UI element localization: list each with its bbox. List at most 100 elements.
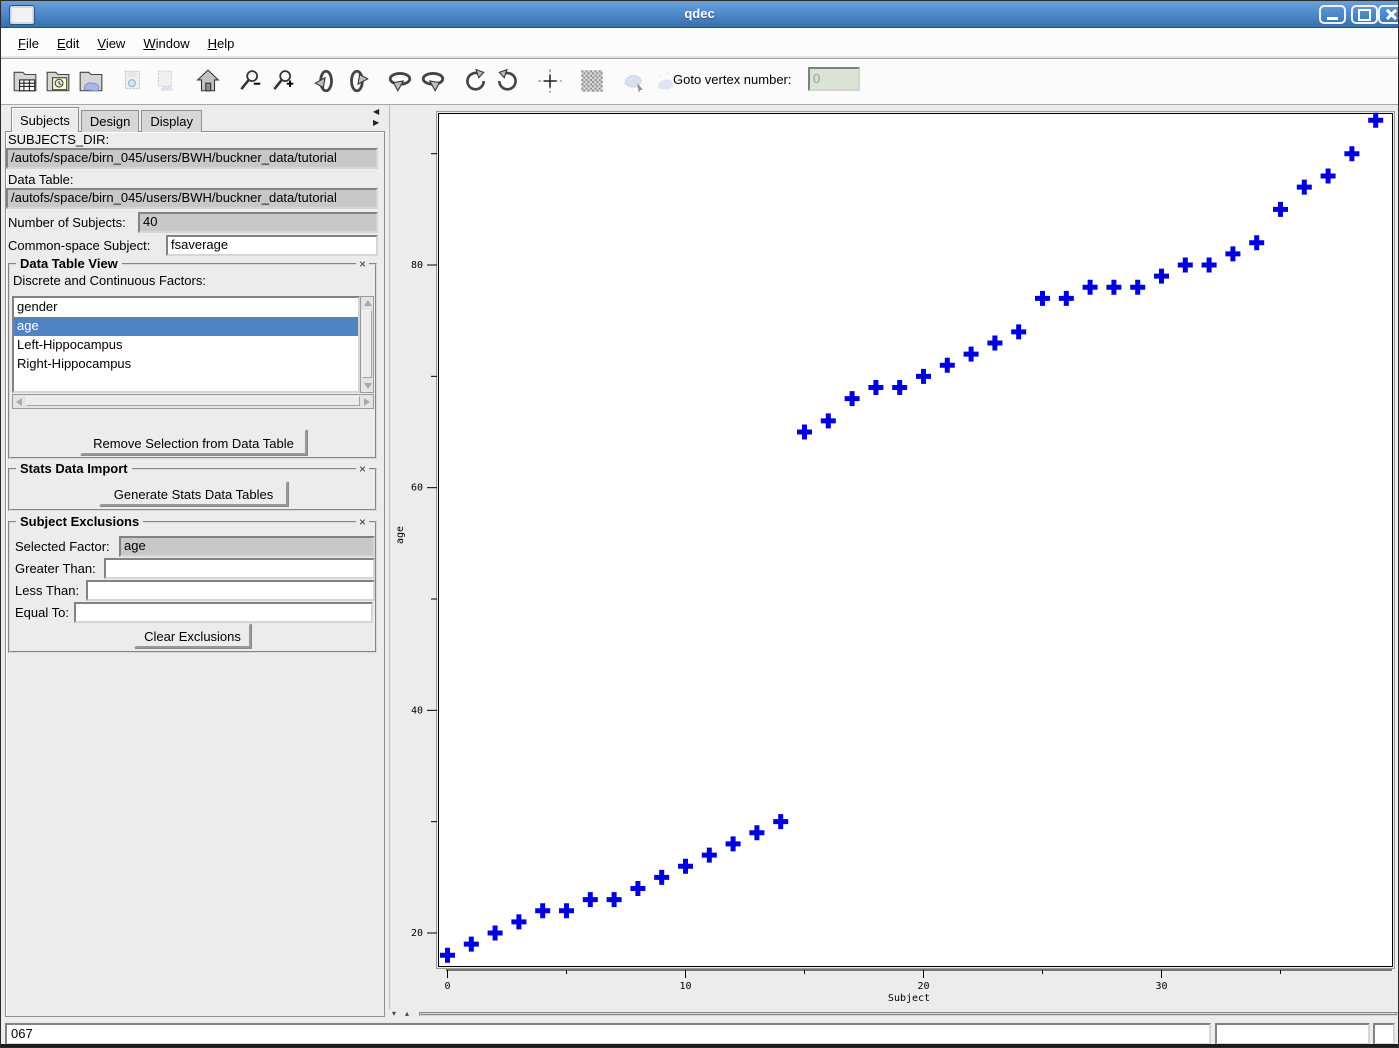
rotate-ccw-icon[interactable]: [461, 66, 489, 96]
generate-stats-button[interactable]: Generate Stats Data Tables: [99, 481, 288, 506]
factor-gender[interactable]: gender: [14, 298, 358, 317]
open-project-icon[interactable]: [44, 66, 72, 96]
tab-subjects[interactable]: Subjects: [11, 107, 79, 132]
open-label-icon[interactable]: [77, 66, 105, 96]
stats-data-import-close-icon[interactable]: ×: [356, 462, 369, 476]
subjects-dir-field[interactable]: /autofs/space/birn_045/users/BWH/buckner…: [6, 148, 378, 169]
rotate-down-icon[interactable]: [344, 66, 372, 96]
tab-design[interactable]: Design: [81, 110, 139, 132]
tab-scroll-left-icon[interactable]: ◀: [373, 108, 379, 116]
selected-factor-field[interactable]: age: [119, 536, 375, 557]
scatter-plot[interactable]: 20 40 60 80 0 10 20 30 Subject age: [389, 105, 1399, 1009]
subject-exclusions-close-icon[interactable]: ×: [356, 515, 369, 529]
factors-label: Discrete and Continuous Factors:: [13, 273, 206, 288]
close-icon: [1386, 9, 1397, 20]
subject-exclusions-title: Subject Exclusions: [16, 514, 143, 529]
rotate-right-icon[interactable]: [419, 66, 447, 96]
plot-scroll-strip: ▾ ▴: [389, 1009, 1399, 1019]
scroll-right-icon[interactable]: [364, 398, 370, 406]
scroll-down-icon[interactable]: [364, 383, 372, 389]
common-space-field[interactable]: fsaverage: [166, 235, 378, 256]
data-table-field[interactable]: /autofs/space/birn_045/users/BWH/buckner…: [6, 188, 378, 209]
minimize-icon: [1327, 17, 1338, 20]
maximize-icon: [1358, 9, 1371, 21]
factor-right-hippocampus[interactable]: Right-Hippocampus: [14, 355, 358, 374]
status-grip[interactable]: [1373, 1023, 1395, 1045]
svg-text:10: 10: [679, 981, 691, 992]
hscroll-thumb[interactable]: [26, 396, 360, 406]
menu-view[interactable]: View: [88, 34, 134, 53]
less-than-field[interactable]: [86, 580, 375, 601]
svg-text:Subject: Subject: [888, 993, 930, 1004]
minimize-button[interactable]: [1319, 5, 1346, 24]
stats-data-import-group: Stats Data Import × Generate Stats Data …: [8, 468, 377, 511]
close-button[interactable]: [1378, 5, 1399, 24]
scatter-plot-svg: 20 40 60 80 0 10 20 30 Subject age: [390, 105, 1399, 1009]
zoom-out-icon[interactable]: [236, 66, 264, 96]
save-screenshot-icon: [119, 66, 147, 96]
stats-data-import-title: Stats Data Import: [16, 461, 132, 476]
rotate-cw-icon[interactable]: [494, 66, 522, 96]
brain-select-icon: [620, 66, 648, 96]
surface-texture-icon[interactable]: [578, 66, 606, 96]
open-data-table-icon[interactable]: [11, 66, 39, 96]
greater-than-field[interactable]: [104, 558, 375, 579]
menu-file[interactable]: File: [9, 34, 48, 53]
strip-collapse-icon[interactable]: ▾: [392, 1010, 396, 1018]
vscroll-thumb[interactable]: [362, 310, 372, 378]
strip-expand-icon[interactable]: ▴: [405, 1010, 409, 1018]
sidebar-tabs: SubjectsDesignDisplay: [11, 107, 204, 132]
subject-exclusions-group: Subject Exclusions × Selected Factor: ag…: [8, 521, 377, 653]
goto-vertex-input[interactable]: 0: [808, 67, 860, 91]
tab-scroll-right-icon[interactable]: ▶: [373, 119, 379, 127]
menu-window[interactable]: Window: [134, 34, 198, 53]
data-table-view-group: Data Table View × Discrete and Continuou…: [8, 263, 377, 459]
factors-vscrollbar[interactable]: [360, 296, 374, 393]
svg-text:60: 60: [411, 483, 423, 494]
tab-display[interactable]: Display: [141, 110, 202, 132]
save-label-icon: [152, 66, 180, 96]
toolbar-icons: [11, 64, 686, 98]
menu-edit[interactable]: Edit: [48, 34, 88, 53]
scroll-left-icon[interactable]: [16, 398, 22, 406]
scroll-up-icon[interactable]: [364, 300, 372, 306]
clear-exclusions-button[interactable]: Clear Exclusions: [134, 623, 251, 648]
toolbar: Goto vertex number: 0: [1, 59, 1398, 105]
plot-hscrollbar[interactable]: [419, 1012, 1398, 1016]
home-icon[interactable]: [194, 66, 222, 96]
factor-age[interactable]: age: [14, 317, 358, 336]
rotate-left-icon[interactable]: [386, 66, 414, 96]
window-title: qdec: [1, 6, 1398, 21]
factor-left-hippocampus[interactable]: Left-Hippocampus: [14, 336, 358, 355]
svg-text:20: 20: [411, 928, 423, 939]
svg-text:30: 30: [1155, 981, 1167, 992]
svg-text:20: 20: [917, 981, 929, 992]
selected-factor-label: Selected Factor:: [15, 539, 110, 554]
remove-selection-button[interactable]: Remove Selection from Data Table: [80, 429, 307, 455]
status-message: 067: [5, 1023, 1211, 1045]
titlebar: qdec: [1, 1, 1398, 28]
svg-text:40: 40: [411, 705, 423, 716]
num-subjects-label: Number of Subjects:: [8, 215, 126, 230]
zoom-in-icon[interactable]: [269, 66, 297, 96]
factors-listbox[interactable]: genderageLeft-HippocampusRight-Hippocamp…: [12, 296, 360, 393]
svg-text:age: age: [395, 526, 406, 544]
common-space-label: Common-space Subject:: [8, 238, 150, 253]
greater-than-label: Greater Than:: [15, 561, 96, 576]
rotate-up-icon[interactable]: [311, 66, 339, 96]
status-field-2: [1215, 1023, 1370, 1045]
svg-text:0: 0: [444, 981, 450, 992]
subjects-dir-label: SUBJECTS_DIR:: [8, 132, 109, 147]
data-table-view-close-icon[interactable]: ×: [356, 257, 369, 271]
data-table-label: Data Table:: [8, 172, 74, 187]
num-subjects-field[interactable]: 40: [138, 212, 378, 233]
equal-to-label: Equal To:: [15, 605, 69, 620]
factors-hscrollbar[interactable]: [12, 394, 374, 409]
maximize-button[interactable]: [1351, 5, 1378, 24]
show-cursor-icon[interactable]: [536, 66, 564, 96]
svg-text:80: 80: [411, 260, 423, 271]
menu-help[interactable]: Help: [199, 34, 244, 53]
equal-to-field[interactable]: [74, 602, 373, 623]
less-than-label: Less Than:: [15, 583, 79, 598]
data-table-view-title: Data Table View: [16, 256, 122, 271]
